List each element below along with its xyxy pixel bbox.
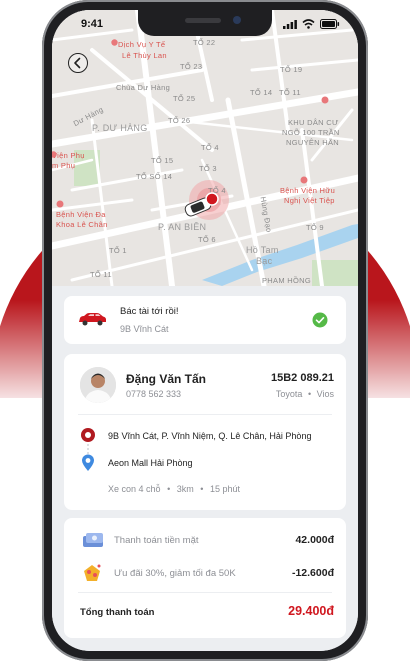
check-circle-icon bbox=[312, 312, 328, 328]
arrival-card: Bác tài tới rồi! 9B Vĩnh Cát bbox=[64, 296, 346, 344]
driver-avatar[interactable] bbox=[80, 367, 116, 403]
status-icons bbox=[283, 19, 340, 29]
map-label: TỔ 25 bbox=[173, 94, 196, 103]
trip-info: Xe con 4 chỗ • 3km • 15 phút bbox=[108, 484, 240, 494]
map-label: TỔ 14 bbox=[250, 88, 273, 97]
divider bbox=[78, 414, 332, 415]
map-label: TỔ 11 bbox=[90, 270, 112, 279]
total-amount: 29.400đ bbox=[288, 604, 334, 618]
map-label: TỔ 1 bbox=[109, 246, 127, 255]
back-button[interactable] bbox=[68, 53, 88, 73]
hospital-pin-icon bbox=[111, 39, 118, 46]
separator-dot: • bbox=[307, 389, 312, 399]
separator-dot: • bbox=[167, 484, 171, 494]
map-label: TỔ 23 bbox=[180, 62, 203, 71]
front-camera bbox=[233, 16, 241, 24]
map-label: P. AN BIÊN bbox=[158, 222, 207, 232]
payment-method-amount: 42.000đ bbox=[295, 534, 334, 546]
separator-dot: • bbox=[200, 484, 204, 494]
map-label: NGÕ 100 TRẦN bbox=[282, 128, 340, 137]
license-plate: 15B2 089.21 bbox=[271, 372, 334, 384]
hospital-pin-icon bbox=[56, 200, 64, 208]
map-label: Dịch Vụ Y Tế bbox=[118, 40, 166, 49]
phone-screen: Dịch Vụ Y Tế Lê Thùy Lan TỔ 22 TỔ 23 TỔ … bbox=[52, 10, 358, 651]
wifi-icon bbox=[302, 19, 315, 29]
promo-amount: -12.600đ bbox=[291, 567, 334, 579]
map-label: TỔ 9 bbox=[306, 223, 324, 232]
vehicle-type: Xe con 4 chỗ bbox=[108, 484, 161, 494]
trip-distance: 3km bbox=[176, 484, 194, 494]
pickup-address: 9B Vĩnh Cát, P. Vĩnh Niệm, Q. Lê Chân, H… bbox=[108, 431, 312, 441]
pickup-marker-icon bbox=[81, 428, 95, 442]
trip-sheet: Bác tài tới rồi! 9B Vĩnh Cát Đặng Văn Tấ… bbox=[52, 286, 358, 651]
driver-location-icon bbox=[205, 192, 219, 206]
map-label: PHAM HỒNG bbox=[262, 276, 311, 285]
map-label: KHU DÂN CƯ bbox=[288, 118, 339, 127]
map-label: Bạc bbox=[256, 256, 273, 266]
map-label: TỔ 3 bbox=[199, 164, 217, 173]
divider bbox=[78, 592, 332, 593]
driver-photo-icon bbox=[80, 367, 116, 403]
driver-card: Đặng Văn Tấn 0778 562 333 15B2 089.21 To… bbox=[64, 354, 346, 510]
back-arrow-icon bbox=[74, 57, 81, 69]
map-label: TỔ 4 bbox=[201, 143, 219, 152]
cash-icon bbox=[83, 533, 103, 547]
hospital-pin-icon bbox=[52, 151, 57, 158]
map-label: TỔ 15 bbox=[151, 156, 174, 165]
place-pin-icon bbox=[321, 96, 329, 104]
map-label: TỔ 19 bbox=[280, 65, 303, 74]
dropoff-address: Aeon Mall Hải Phòng bbox=[108, 458, 193, 468]
cellular-signal-icon bbox=[283, 19, 297, 29]
car-brand: Toyota bbox=[275, 389, 303, 399]
hospital-pin-icon bbox=[300, 176, 308, 184]
map-label: Bệnh Viện Hữu bbox=[280, 186, 336, 195]
map-label: Hồ Tam bbox=[246, 245, 279, 255]
driver-name: Đặng Văn Tấn bbox=[126, 372, 207, 386]
map-label: Lê Thùy Lan bbox=[122, 51, 167, 60]
promo-gift-icon bbox=[84, 564, 101, 581]
total-label: Tổng thanh toán bbox=[80, 607, 155, 618]
map-label: Khoa Lê Chân bbox=[56, 220, 108, 229]
arrival-title: Bác tài tới rồi! bbox=[120, 306, 179, 317]
map-view[interactable]: Dịch Vụ Y Tế Lê Thùy Lan TỔ 22 TỔ 23 TỔ … bbox=[52, 10, 358, 286]
car-icon bbox=[79, 313, 106, 326]
payment-method-label: Thanh toán tiền mặt bbox=[114, 535, 199, 546]
arrival-address: 9B Vĩnh Cát bbox=[120, 324, 169, 334]
map-label: TỔ 26 bbox=[168, 116, 191, 125]
phone-notch bbox=[138, 10, 272, 36]
map-label: NGUYÊN HÃN bbox=[286, 138, 340, 147]
speaker-grill bbox=[185, 18, 221, 23]
trip-duration: 15 phút bbox=[209, 484, 240, 494]
map-label: Chùa Dư Hàng bbox=[116, 83, 171, 92]
map-label: TỔ 22 bbox=[193, 38, 216, 47]
payment-card: Thanh toán tiền mặt 42.000đ Ưu đãi 30%, … bbox=[64, 518, 346, 638]
map-label: Bệnh Viện Đa bbox=[56, 210, 106, 219]
map-label: Nghị Việt Tiệp bbox=[284, 196, 335, 205]
map-label: m Phụ bbox=[52, 161, 76, 170]
car-info: Toyota • Vios bbox=[276, 389, 334, 399]
route-connector bbox=[87, 444, 89, 454]
map-label: TỔ SỐ 14 bbox=[136, 172, 173, 181]
map-label: P. DƯ HÀNG bbox=[92, 123, 148, 133]
battery-icon bbox=[320, 19, 340, 29]
map-label: TỔ 11 bbox=[279, 88, 301, 97]
promo-label: Ưu đãi 30%, giảm tối đa 50K bbox=[114, 568, 236, 579]
status-time: 9:41 bbox=[81, 18, 104, 30]
dropoff-pin-icon bbox=[82, 454, 94, 471]
driver-phone[interactable]: 0778 562 333 bbox=[126, 389, 181, 399]
car-model: Vios bbox=[316, 389, 334, 399]
map-label: TỔ 6 bbox=[198, 235, 216, 244]
